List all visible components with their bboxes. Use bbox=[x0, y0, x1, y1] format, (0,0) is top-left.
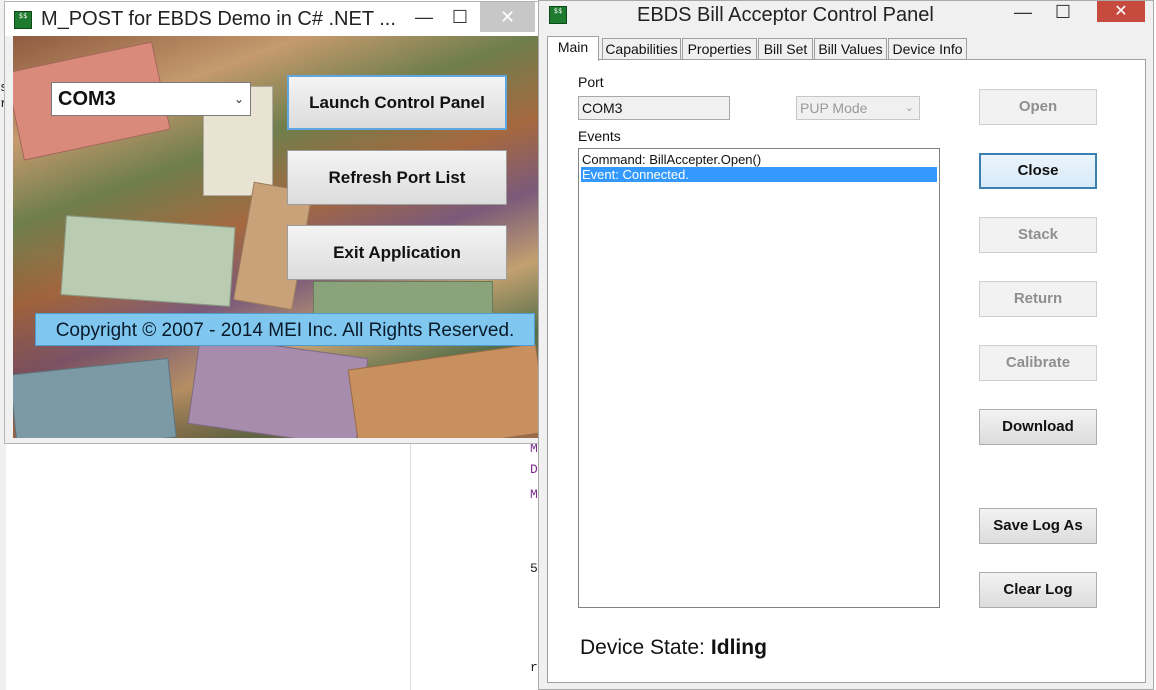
money-icon: $$ bbox=[549, 6, 567, 24]
port-select[interactable]: COM3 ⌄ bbox=[51, 82, 251, 116]
banknote-image bbox=[187, 334, 369, 438]
title-bar[interactable]: $$ EBDS Bill Acceptor Control Panel — ☐ … bbox=[539, 1, 1153, 31]
tab-properties[interactable]: Properties bbox=[682, 38, 757, 60]
chevron-down-icon: ⌄ bbox=[904, 102, 914, 114]
main-tab-panel: Port COM3 PUP Mode ⌄ Events Command: Bil… bbox=[547, 59, 1146, 683]
copyright-label: Copyright © 2007 - 2014 MEI Inc. All Rig… bbox=[35, 313, 535, 346]
demo-window: $$ M_POST for EBDS Demo in C# .NET ... —… bbox=[4, 1, 539, 444]
close-icon[interactable]: ✕ bbox=[1097, 1, 1145, 22]
events-list[interactable]: Command: BillAccepter.Open() Event: Conn… bbox=[578, 148, 940, 608]
money-icon: $$ bbox=[14, 11, 32, 29]
banknote-image bbox=[60, 215, 236, 307]
save-log-as-button[interactable]: Save Log As bbox=[979, 508, 1097, 544]
download-button[interactable]: Download bbox=[979, 409, 1097, 445]
exit-application-button[interactable]: Exit Application bbox=[287, 225, 507, 280]
close-button[interactable]: Close bbox=[979, 153, 1097, 189]
port-field: COM3 bbox=[578, 96, 730, 120]
control-panel-window: $$ EBDS Bill Acceptor Control Panel — ☐ … bbox=[538, 0, 1154, 690]
launch-control-panel-button[interactable]: Launch Control Panel bbox=[287, 75, 507, 130]
tab-bill-set[interactable]: Bill Set bbox=[758, 38, 813, 60]
open-button[interactable]: Open bbox=[979, 89, 1097, 125]
tab-main[interactable]: Main bbox=[547, 36, 599, 61]
background-text: r bbox=[530, 660, 538, 675]
tab-bill-values[interactable]: Bill Values bbox=[814, 38, 887, 60]
background-editor bbox=[410, 440, 541, 690]
device-state-value: Idling bbox=[710, 636, 767, 659]
window-title: M_POST for EBDS Demo in C# .NET ... bbox=[41, 8, 396, 30]
maximize-icon[interactable]: ☐ bbox=[445, 2, 475, 32]
events-label: Events bbox=[578, 128, 621, 144]
tab-device-info[interactable]: Device Info bbox=[888, 38, 967, 60]
background-text: D bbox=[530, 462, 538, 477]
banknote-image bbox=[347, 343, 538, 438]
port-select-value: COM3 bbox=[58, 88, 116, 110]
banknote-background: COM3 ⌄ Launch Control Panel Refresh Port… bbox=[13, 36, 538, 438]
refresh-port-list-button[interactable]: Refresh Port List bbox=[287, 150, 507, 205]
return-button[interactable]: Return bbox=[979, 281, 1097, 317]
maximize-icon[interactable]: ☐ bbox=[1045, 1, 1081, 25]
list-item[interactable]: Command: BillAccepter.Open() bbox=[581, 152, 937, 167]
pup-mode-select[interactable]: PUP Mode ⌄ bbox=[796, 96, 920, 120]
device-state-label: Device State: bbox=[580, 636, 705, 659]
window-title: EBDS Bill Acceptor Control Panel bbox=[637, 4, 934, 26]
close-icon[interactable]: ✕ bbox=[480, 2, 535, 32]
stack-button[interactable]: Stack bbox=[979, 217, 1097, 253]
background-text: M bbox=[530, 487, 538, 502]
pup-mode-value: PUP Mode bbox=[800, 100, 868, 116]
list-item-selected[interactable]: Event: Connected. bbox=[581, 167, 937, 182]
chevron-down-icon: ⌄ bbox=[233, 92, 244, 106]
device-state: Device State: Idling bbox=[580, 636, 767, 660]
tab-capabilities[interactable]: Capabilities bbox=[602, 38, 681, 60]
minimize-icon[interactable]: — bbox=[1005, 1, 1041, 25]
minimize-icon[interactable]: — bbox=[409, 2, 439, 32]
calibrate-button[interactable]: Calibrate bbox=[979, 345, 1097, 381]
port-label: Port bbox=[578, 74, 604, 90]
title-bar[interactable]: $$ M_POST for EBDS Demo in C# .NET ... —… bbox=[5, 2, 538, 36]
banknote-image bbox=[13, 357, 177, 438]
background-text: 5 bbox=[530, 561, 538, 576]
clear-log-button[interactable]: Clear Log bbox=[979, 572, 1097, 608]
